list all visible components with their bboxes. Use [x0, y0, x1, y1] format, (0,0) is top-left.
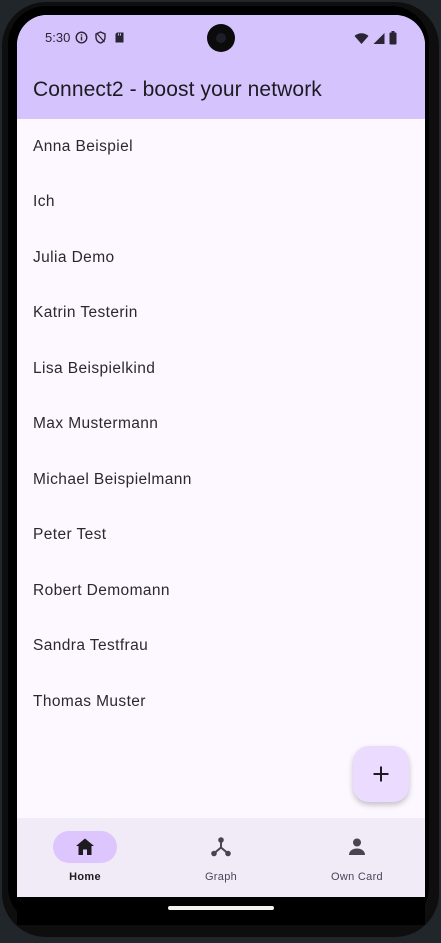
system-navigation-area — [17, 897, 425, 925]
home-icon — [76, 838, 94, 855]
status-icons-left — [75, 31, 126, 44]
battery-icon — [389, 31, 397, 50]
bottom-navigation: Home Graph Own Card — [17, 818, 425, 897]
signal-icon — [373, 32, 385, 50]
contact-list-item[interactable]: Thomas Muster — [17, 674, 425, 730]
nav-label-own-card: Own Card — [331, 871, 383, 883]
status-time: 5:30 — [45, 30, 71, 45]
app-screen: 5:30 Connect2 - boost your network Anna … — [17, 15, 425, 897]
sd-card-icon — [113, 31, 126, 44]
nav-item-graph[interactable]: Graph — [153, 818, 289, 897]
status-bar: 5:30 — [17, 15, 425, 63]
nav-item-own-card[interactable]: Own Card — [289, 818, 425, 897]
contact-list-item[interactable]: Anna Beispiel — [17, 119, 425, 175]
contact-list-item[interactable]: Julia Demo — [17, 230, 425, 286]
contact-list-item[interactable]: Sandra Testfrau — [17, 619, 425, 675]
status-icons-right — [354, 31, 397, 50]
nav-item-home[interactable]: Home — [17, 818, 153, 897]
contact-list-item[interactable]: Robert Demomann — [17, 563, 425, 619]
plus-icon — [373, 766, 389, 782]
contact-list-item[interactable]: Peter Test — [17, 508, 425, 564]
contact-list-item[interactable]: Katrin Testerin — [17, 286, 425, 342]
contact-list: Anna Beispiel Ich Julia Demo Katrin Test… — [17, 119, 425, 730]
contact-list-item[interactable]: Lisa Beispielkind — [17, 341, 425, 397]
shield-icon — [94, 31, 107, 44]
info-circle-icon — [75, 31, 88, 44]
wifi-icon — [354, 32, 369, 50]
contact-list-item[interactable]: Max Mustermann — [17, 397, 425, 453]
graph-icon — [211, 837, 231, 857]
add-contact-button[interactable] — [353, 746, 409, 802]
person-icon — [349, 838, 365, 855]
contact-list-item[interactable]: Ich — [17, 175, 425, 231]
front-camera — [207, 24, 235, 52]
nav-label-graph: Graph — [204, 871, 238, 883]
nav-label-home: Home — [69, 871, 101, 883]
app-title: Connect2 - boost your network — [33, 78, 322, 101]
gesture-handle[interactable] — [168, 906, 274, 910]
app-top-area: 5:30 Connect2 - boost your network — [17, 15, 425, 119]
contact-list-item[interactable]: Michael Beispielmann — [17, 452, 425, 508]
